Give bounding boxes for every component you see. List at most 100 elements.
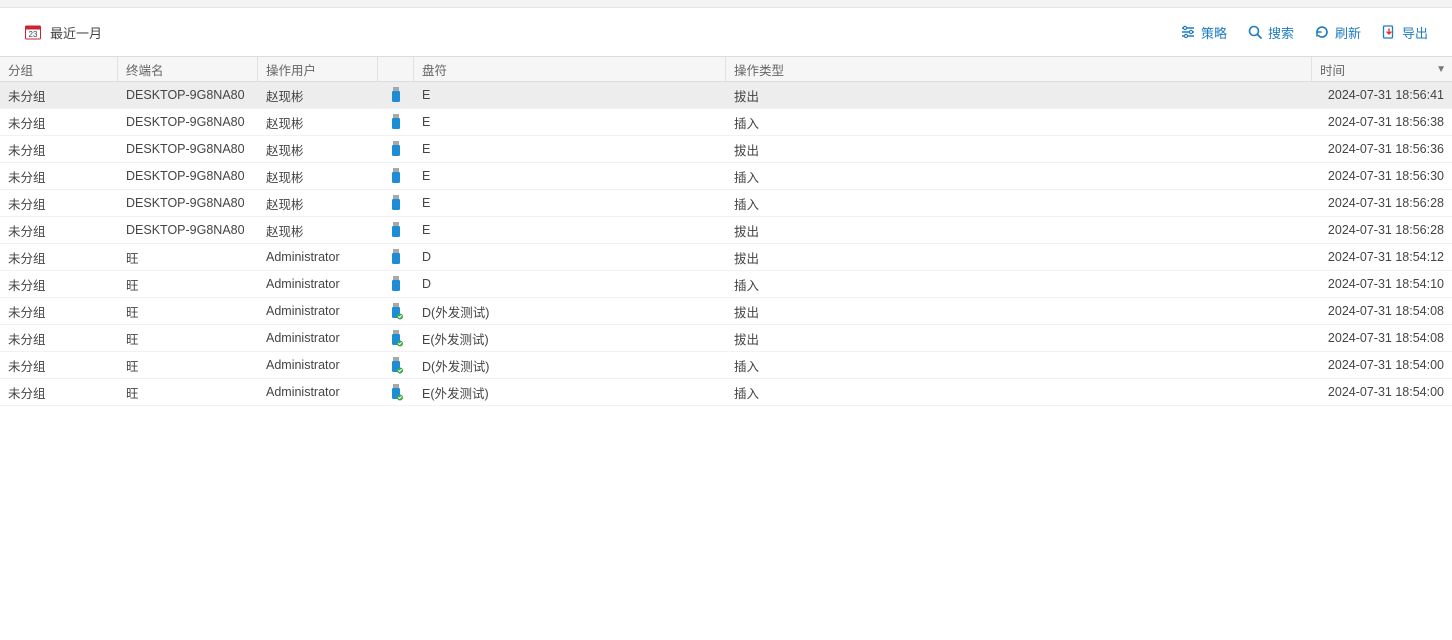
cell-group-value: 未分组 [8,113,46,132]
cell-time: 2024-07-31 18:56:38 [1312,115,1452,129]
search-button[interactable]: 搜索 [1247,23,1294,42]
table-row[interactable]: 未分组DESKTOP-9G8NA80赵现彬E插入2024-07-31 18:56… [0,190,1452,217]
cell-drive-value: D [422,250,431,264]
cell-user: 赵现彬 [258,221,378,240]
cell-group: 未分组 [0,383,118,402]
cell-group: 未分组 [0,329,118,348]
table-row[interactable]: 未分组 旺 Administrator D(外发测试) 插入 2024-07-31 18:… [0,352,1452,379]
cell-terminal: DESKTOP-9G8NA80 [118,169,258,183]
cell-user-value: 赵现彬 [266,86,304,105]
header-group[interactable]: 分组 [0,57,118,81]
cell-time-value: 2024-07-31 18:56:30 [1320,169,1444,183]
cell-group: 未分组 [0,167,118,186]
cell-action-value: 拔出 [734,221,759,240]
cell-time: 2024-07-31 18:54:10 [1312,277,1452,291]
cell-terminal-value: DESKTOP-9G8NA80 [126,169,245,183]
header-time[interactable]: 时间 ▼ [1312,57,1452,81]
header-drive-label: 盘符 [422,60,447,79]
cell-action: 插入 [726,383,1312,402]
cell-user-value: 赵现彬 [266,221,304,240]
cell-action: 拔出 [726,86,1312,105]
refresh-button[interactable]: 刷新 [1314,23,1361,42]
cell-time-value: 2024-07-31 18:54:08 [1320,331,1444,345]
cell-user: Administrator [258,358,378,372]
cell-user-value: 赵现彬 [266,113,304,132]
cell-device-icon [378,302,414,320]
cell-group-value: 未分组 [8,194,46,213]
cell-time: 2024-07-31 18:56:28 [1312,223,1452,237]
header-icon-spacer [378,57,414,81]
cell-group-value: 未分组 [8,86,46,105]
svg-text:23: 23 [29,30,38,39]
cell-drive: E [414,115,726,129]
table-row[interactable]: 未分组旺AdministratorD(外发测试)拔出2024-07-31 18:… [0,298,1452,325]
cell-device-icon [378,221,414,239]
cell-action-value: 插入 [734,194,759,213]
export-button[interactable]: 导出 [1381,23,1428,42]
toolbar: 23 最近一月 策略 搜索 刷新 [0,8,1452,56]
cell-time-value: 2024-07-31 18:54:12 [1320,250,1444,264]
export-label: 导出 [1402,23,1428,42]
cell-time-value: 2024-07-31 18:56:38 [1320,115,1444,129]
cell-drive: D(外发测试) [414,302,726,321]
search-label: 搜索 [1268,23,1294,42]
cell-time: 2024-07-31 18:54:00 [1312,385,1452,399]
cell-user: 赵现彬 [258,86,378,105]
table-row[interactable]: 未分组DESKTOP-9G8NA80赵现彬E插入2024-07-31 18:56… [0,163,1452,190]
cell-drive: D [414,250,726,264]
cell-action: 拔出 [726,140,1312,159]
cell-group-value: 未分组 [8,356,46,375]
cell-group: 未分组 [0,194,118,213]
cell-drive-value: E [422,196,430,210]
header-user[interactable]: 操作用户 [258,57,378,81]
cell-terminal: DESKTOP-9G8NA80 [118,142,258,156]
cell-time-value: 2024-07-31 18:54:08 [1320,304,1444,318]
table-row[interactable]: 未分组旺AdministratorE(外发测试)拔出2024-07-31 18:… [0,325,1452,352]
header-drive[interactable]: 盘符 [414,57,726,81]
cell-drive-value: D(外发测试) [422,356,489,375]
cell-terminal: 旺 [118,302,258,321]
cell-time-value: 2024-07-31 18:54:00 [1320,385,1444,399]
header-action[interactable]: 操作类型 [726,57,1312,81]
refresh-icon [1314,24,1330,40]
table-row[interactable]: 未分组DESKTOP-9G8NA80赵现彬E拔出2024-07-31 18:56… [0,82,1452,109]
cell-terminal-value: 旺 [126,329,139,348]
strategy-button[interactable]: 策略 [1180,23,1227,42]
cell-action-value: 插入 [734,356,759,375]
cell-time-value: 2024-07-31 18:56:41 [1320,88,1444,102]
table-row[interactable]: 未分组DESKTOP-9G8NA80赵现彬E插入2024-07-31 18:56… [0,109,1452,136]
cell-time: 2024-07-31 18:54:00 [1312,358,1452,372]
cell-device-icon [378,113,414,131]
cell-user: 赵现彬 [258,167,378,186]
header-terminal[interactable]: 终端名 [118,57,258,81]
cell-terminal-value: 旺 [126,356,139,375]
cell-device-icon [378,167,414,185]
table-row[interactable]: 未分组旺AdministratorD拔出2024-07-31 18:54:12 [0,244,1452,271]
search-icon [1247,24,1263,40]
cell-time: 2024-07-31 18:56:30 [1312,169,1452,183]
cell-drive-value: E [422,142,430,156]
sort-desc-icon[interactable]: ▼ [1436,64,1446,75]
cell-group: 未分组 [0,302,118,321]
table-row[interactable]: 未分组旺AdministratorD插入2024-07-31 18:54:10 [0,271,1452,298]
table-row[interactable]: 未分组DESKTOP-9G8NA80赵现彬E拔出2024-07-31 18:56… [0,136,1452,163]
table-row[interactable]: 未分组旺AdministratorE(外发测试)插入2024-07-31 18:… [0,379,1452,406]
cell-device-icon [378,329,414,347]
cell-user: Administrator [258,304,378,318]
cell-device-icon [378,140,414,158]
cell-action-value: 插入 [734,275,759,294]
date-filter[interactable]: 23 最近一月 [24,23,102,42]
cell-time-value: 2024-07-31 18:54:10 [1320,277,1444,291]
table-row[interactable]: 未分组DESKTOP-9G8NA80赵现彬E拔出2024-07-31 18:56… [0,217,1452,244]
header-user-label: 操作用户 [266,60,316,79]
cell-drive-value: D(外发测试) [422,302,489,321]
cell-terminal-value: DESKTOP-9G8NA80 [126,196,245,210]
cell-action: 插入 [726,167,1312,186]
header-time-label: 时间 [1320,60,1345,79]
cell-action-value: 拔出 [734,140,759,159]
cell-user-value: Administrator [266,385,340,399]
cell-group-value: 未分组 [8,248,46,267]
refresh-label: 刷新 [1335,23,1361,42]
cell-terminal-value: 旺 [126,302,139,321]
table-body: 未分组DESKTOP-9G8NA80赵现彬E拔出2024-07-31 18:56… [0,82,1452,406]
